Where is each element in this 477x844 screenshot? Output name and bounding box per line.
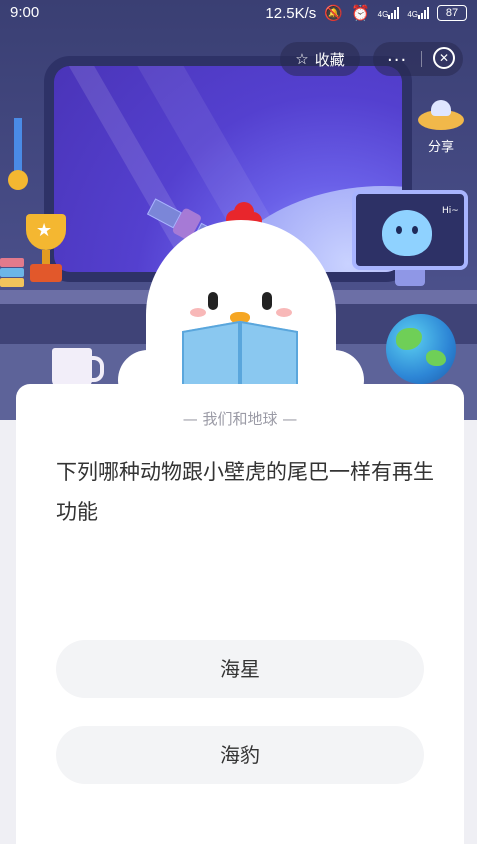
category-label: — 我们和地球 — xyxy=(182,410,298,428)
close-circle-icon[interactable]: ✕ xyxy=(433,47,455,69)
battery-indicator: 87 xyxy=(437,5,467,21)
signal-icon: 4G xyxy=(378,7,400,19)
signal-icon: 4G xyxy=(407,7,429,19)
ufo-share-icon xyxy=(418,100,464,130)
status-bar: 9:00 12.5K/s 🔕 ⏰ 4G 4G 87 xyxy=(0,0,477,26)
alarm-icon: ⏰ xyxy=(350,5,370,22)
network-speed: 12.5K/s xyxy=(265,4,317,22)
alien-illustration xyxy=(382,210,432,256)
globe-illustration xyxy=(386,314,456,384)
question-card: — 我们和地球 — 下列哪种动物跟小壁虎的尾巴一样有再生功能 海星 海豹 xyxy=(16,384,464,844)
star-outline-icon: ☆ xyxy=(295,50,309,68)
books-illustration xyxy=(0,258,24,288)
trophy-icon: ★ xyxy=(18,214,74,286)
monitor-illustration: Hi~ xyxy=(352,190,468,270)
mini-program-capsule: ··· ✕ xyxy=(373,42,463,76)
answer-option-1[interactable]: 海星 xyxy=(56,640,424,698)
favorite-label: 收藏 xyxy=(314,50,345,69)
status-time: 9:00 xyxy=(10,4,40,21)
bell-off-icon: 🔕 xyxy=(324,5,343,22)
share-label: 分享 xyxy=(427,140,454,155)
answer-option-2[interactable]: 海豹 xyxy=(56,726,424,784)
mug-illustration xyxy=(52,348,104,388)
favorite-button[interactable]: ☆ 收藏 xyxy=(280,42,360,76)
monitor-greeting: Hi~ xyxy=(442,206,459,216)
medal-icon xyxy=(8,118,28,192)
more-dots-icon[interactable]: ··· xyxy=(387,50,407,71)
question-text: 下列哪种动物跟小壁虎的尾巴一样有再生功能 xyxy=(56,460,434,524)
share-button[interactable]: 分享 xyxy=(414,100,468,155)
